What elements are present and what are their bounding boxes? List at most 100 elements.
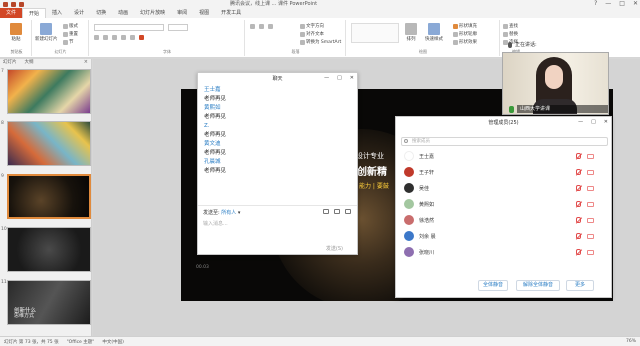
- tab-file[interactable]: 文件: [0, 8, 23, 18]
- find-button[interactable]: 查找: [503, 23, 518, 29]
- shapes-gallery[interactable]: [351, 23, 399, 43]
- participant-row[interactable]: 王士嘉: [401, 148, 606, 164]
- layout-icon: [63, 23, 68, 29]
- paste-button[interactable]: 粘贴: [10, 23, 22, 42]
- image-icon[interactable]: [334, 209, 340, 214]
- shape-fill-icon: [453, 23, 458, 29]
- participant-row[interactable]: 张晓川: [401, 244, 606, 260]
- close-icon[interactable]: ×: [84, 59, 88, 65]
- section-button[interactable]: 节: [63, 39, 74, 45]
- quick-styles-icon: [428, 23, 440, 35]
- shadow-icon[interactable]: [121, 35, 126, 40]
- folder-icon[interactable]: [323, 209, 329, 214]
- camera-off-icon[interactable]: [587, 185, 594, 191]
- shape-fill-button[interactable]: 形状填充: [453, 23, 477, 29]
- smartart-button[interactable]: 转换为 SmartArt: [300, 39, 341, 45]
- reset-button[interactable]: 重置: [63, 31, 78, 37]
- replace-button[interactable]: 替换: [503, 31, 518, 37]
- slide-thumbnail[interactable]: [7, 121, 91, 166]
- font-size-box[interactable]: [168, 24, 188, 31]
- align-text-button[interactable]: 对齐文本: [300, 31, 324, 37]
- unmute-all-button[interactable]: 解除全体静音: [516, 280, 560, 291]
- camera-off-icon[interactable]: [587, 233, 594, 239]
- search-input[interactable]: 搜索成员: [401, 137, 608, 146]
- participant-row[interactable]: 徐浩然: [401, 212, 606, 228]
- tab-outline[interactable]: 大纲: [25, 59, 34, 66]
- mic-muted-icon[interactable]: [576, 185, 581, 191]
- tab-view[interactable]: 视图: [193, 8, 215, 18]
- slide-thumbnail-panel: 幻灯片 大纲 × 7 8 9 10 11 创新什么 思维方式: [0, 59, 92, 336]
- minimize-button[interactable]: —: [578, 117, 583, 128]
- maximize-button[interactable]: □: [591, 117, 596, 128]
- bold-icon[interactable]: [94, 35, 99, 40]
- participants-header: 管理成员(25) — □ ✕: [396, 117, 611, 128]
- tab-design[interactable]: 设计: [68, 8, 90, 18]
- numbering-icon[interactable]: [259, 24, 264, 29]
- slide-thumbnail-selected[interactable]: [7, 174, 91, 219]
- chat-window: 聊天 — □ ✕ 王士嘉 老师再见 黄熙如 老师再见 Z. 老师再见 黄文迪 老…: [197, 72, 358, 255]
- maximize-button[interactable]: □: [337, 73, 342, 84]
- new-slide-button[interactable]: 新建幻灯片: [35, 23, 58, 42]
- mic-muted-icon[interactable]: [576, 233, 581, 239]
- mic-muted-icon[interactable]: [576, 249, 581, 255]
- mic-muted-icon[interactable]: [576, 169, 581, 175]
- tab-review[interactable]: 审阅: [171, 8, 193, 18]
- tab-home[interactable]: 开始: [22, 8, 47, 18]
- layout-button[interactable]: 版式: [63, 23, 78, 29]
- tab-slides[interactable]: 幻灯片: [3, 59, 17, 66]
- camera-off-icon[interactable]: [587, 249, 594, 255]
- mute-all-button[interactable]: 全体静音: [478, 280, 508, 291]
- send-button[interactable]: 发送(S): [326, 245, 343, 252]
- arrange-button[interactable]: 排列: [405, 23, 417, 42]
- mic-muted-icon[interactable]: [576, 153, 581, 159]
- chat-input[interactable]: 输入消息...: [203, 220, 228, 227]
- participant-row[interactable]: 吴佳: [401, 180, 606, 196]
- file-icon[interactable]: [345, 209, 351, 214]
- shape-effects-button[interactable]: 形状效果: [453, 39, 477, 45]
- shape-outline-button[interactable]: 形状轮廓: [453, 31, 477, 37]
- tab-developer[interactable]: 开发工具: [215, 8, 247, 18]
- mic-active-icon: [509, 106, 514, 113]
- mic-muted-icon[interactable]: [576, 217, 581, 223]
- participant-row[interactable]: 王子轩: [401, 164, 606, 180]
- maximize-button[interactable]: □: [619, 0, 625, 8]
- more-button[interactable]: 更多: [566, 280, 594, 291]
- help-button[interactable]: ?: [594, 0, 597, 8]
- minimize-button[interactable]: —: [605, 0, 611, 8]
- close-button[interactable]: ✕: [633, 0, 638, 8]
- font-name-box[interactable]: [94, 24, 164, 31]
- tab-slideshow[interactable]: 幻灯片放映: [134, 8, 171, 18]
- italic-icon[interactable]: [103, 35, 108, 40]
- undo-icon[interactable]: [11, 1, 16, 7]
- minimize-button[interactable]: —: [324, 73, 329, 84]
- video-tile[interactable]: 山西大学讲课: [502, 52, 609, 115]
- camera-off-icon[interactable]: [587, 201, 594, 207]
- window-controls: ? — □ ✕: [594, 0, 638, 8]
- strikethrough-icon[interactable]: [130, 35, 135, 40]
- redo-icon[interactable]: [19, 1, 24, 7]
- text-direction-button[interactable]: 文字方向: [300, 23, 324, 29]
- close-button[interactable]: ✕: [604, 117, 608, 128]
- quick-styles-button[interactable]: 快速样式: [425, 23, 443, 42]
- participant-row[interactable]: 刘余 晨: [401, 228, 606, 244]
- panel-tabs: 幻灯片 大纲: [0, 59, 91, 66]
- bullets-icon[interactable]: [250, 24, 255, 29]
- save-icon[interactable]: [3, 1, 8, 7]
- camera-off-icon[interactable]: [587, 217, 594, 223]
- slide-thumbnail[interactable]: 创新什么 思维方式: [7, 280, 91, 325]
- mic-muted-icon[interactable]: [576, 201, 581, 207]
- font-color-icon[interactable]: [139, 35, 144, 40]
- tab-transitions[interactable]: 切换: [90, 8, 112, 18]
- slide-thumbnail[interactable]: [7, 69, 91, 114]
- indent-icon[interactable]: [268, 24, 273, 29]
- tab-animations[interactable]: 动画: [112, 8, 134, 18]
- camera-off-icon[interactable]: [587, 153, 594, 159]
- close-button[interactable]: ✕: [350, 73, 354, 84]
- zoom-level[interactable]: 76%: [622, 339, 640, 344]
- send-to-selector[interactable]: 发送至: 所有人 ▾: [203, 209, 240, 216]
- tab-insert[interactable]: 插入: [46, 8, 68, 18]
- participant-row[interactable]: 黄熙如: [401, 196, 606, 212]
- camera-off-icon[interactable]: [587, 169, 594, 175]
- underline-icon[interactable]: [112, 35, 117, 40]
- slide-thumbnail[interactable]: [7, 227, 91, 272]
